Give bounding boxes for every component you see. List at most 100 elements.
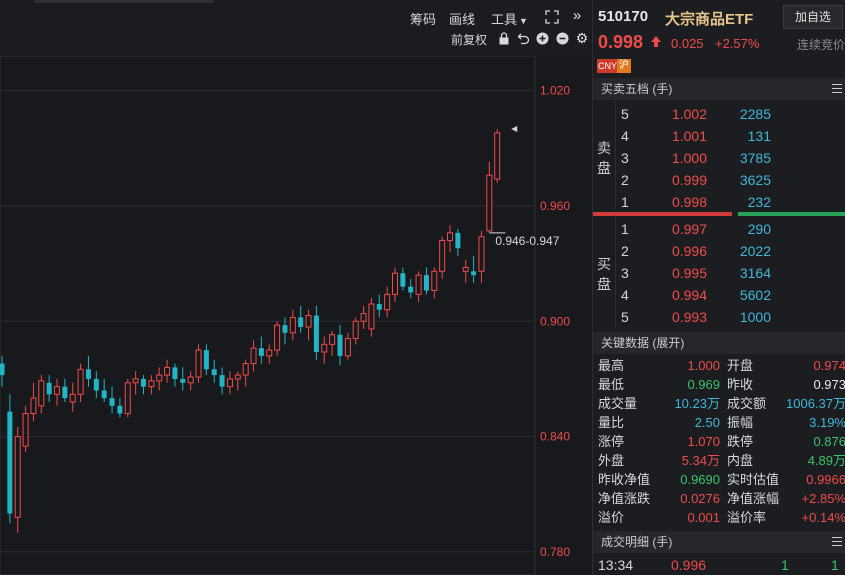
chips-button[interactable]: 筹码 xyxy=(410,9,436,28)
candle xyxy=(7,394,13,524)
candle-body xyxy=(392,272,398,295)
candle-body xyxy=(69,393,76,403)
candle-body xyxy=(376,303,382,310)
candle xyxy=(329,330,336,356)
candle xyxy=(400,267,406,291)
bid-row[interactable]: 5 0.993 1000 xyxy=(593,306,845,328)
ask-row[interactable]: 5 1.002 2285 xyxy=(593,103,845,125)
bid-price: 0.993 xyxy=(671,309,707,325)
candle-body xyxy=(187,376,194,384)
candle-body xyxy=(132,378,139,384)
ask-qty: 3785 xyxy=(739,150,771,166)
keydata-label: 昨收 xyxy=(727,377,754,392)
trades-header[interactable]: 成交明细 (手) xyxy=(593,531,845,553)
lock-icon[interactable] xyxy=(497,32,511,46)
candle-body xyxy=(101,390,107,399)
bid-qty: 3164 xyxy=(739,265,771,281)
candle-body xyxy=(180,378,186,383)
candle xyxy=(462,259,469,283)
keydata-label: 净值涨幅 xyxy=(727,491,780,506)
bid-price: 0.994 xyxy=(671,287,707,303)
bid-row[interactable]: 3 0.995 3164 xyxy=(593,262,845,284)
keydata-label: 昨收净值 xyxy=(598,472,651,487)
bid-row[interactable]: 4 0.994 5602 xyxy=(593,284,845,306)
candle-body xyxy=(140,378,146,387)
undo-icon[interactable] xyxy=(516,32,530,46)
keydata-value: 5.34万 xyxy=(681,453,720,468)
bid-row[interactable]: 2 0.996 2022 xyxy=(593,240,845,262)
ask-row[interactable]: 1 0.998 232 xyxy=(593,191,845,213)
keydata-value: 1.070 xyxy=(687,434,720,449)
keydata-label: 实时估值 xyxy=(727,472,780,487)
keydata-header[interactable]: 关键数据 (展开) xyxy=(593,332,845,354)
candle-body xyxy=(164,366,171,376)
menu-icon[interactable] xyxy=(832,84,842,94)
candle-body xyxy=(439,240,446,272)
candle-body xyxy=(274,324,281,351)
ask-row[interactable]: 2 0.999 3625 xyxy=(593,169,845,191)
price-pointer-icon xyxy=(511,126,518,133)
keydata-row: 昨收净值 0.9690 实时估值 0.9966 xyxy=(593,470,845,489)
keydata-row: 净值涨跌 0.0276 净值涨幅 +2.85% xyxy=(593,489,845,508)
zoom-out-icon[interactable] xyxy=(555,32,569,46)
candle xyxy=(439,236,446,279)
candle xyxy=(85,355,91,387)
tools-menu-button[interactable]: 工具 ▼ xyxy=(491,9,528,28)
candle xyxy=(392,267,398,303)
up-arrow-icon xyxy=(650,35,662,53)
candle-body xyxy=(211,369,217,376)
plot-frame xyxy=(0,56,536,575)
bid-level: 3 xyxy=(621,265,629,281)
keydata-row: 外盘 5.34万 内盘 4.89万 xyxy=(593,451,845,470)
drawline-button[interactable]: 画线 xyxy=(449,9,475,28)
candle xyxy=(0,355,5,387)
candle xyxy=(124,378,131,418)
bid-level: 4 xyxy=(621,287,629,303)
ask-row[interactable]: 4 1.001 131 xyxy=(593,125,845,147)
candle xyxy=(211,359,217,383)
candle xyxy=(219,367,225,395)
orderbook-header[interactable]: 买卖五档 (手) xyxy=(593,78,845,100)
candle xyxy=(54,378,61,406)
candle-body xyxy=(494,132,501,180)
adjust-mode-button[interactable]: 前复权 xyxy=(451,31,487,48)
keydata-value: 0.9966 xyxy=(806,472,845,487)
candle-body xyxy=(117,405,123,414)
keydata-label: 最低 xyxy=(598,377,625,392)
keydata-label: 振幅 xyxy=(727,415,754,430)
candle-body xyxy=(289,316,296,334)
keydata-value: 0.001 xyxy=(687,510,720,525)
candle xyxy=(250,340,257,372)
ask-qty: 131 xyxy=(747,128,771,144)
candle-body xyxy=(156,374,163,382)
candle-body xyxy=(226,378,233,388)
gear-icon[interactable]: ⚙ xyxy=(575,31,589,45)
candle-body xyxy=(298,317,304,328)
candle xyxy=(187,371,194,391)
keydata-label: 最高 xyxy=(598,358,625,373)
add-watchlist-button[interactable]: 加自选 xyxy=(783,5,843,29)
menu-icon[interactable] xyxy=(832,537,842,547)
security-name: 大宗商品ETF xyxy=(665,11,754,28)
candle-body xyxy=(384,293,391,311)
candle-body xyxy=(124,382,131,415)
candle xyxy=(471,255,477,283)
candle xyxy=(148,375,155,395)
candle xyxy=(478,230,485,283)
candle-body xyxy=(93,378,99,391)
candle xyxy=(384,286,391,318)
bid-level: 1 xyxy=(621,221,629,237)
candlestick-chart[interactable]: 1.020 0.960 0.900 0.840 0.780 0.946-0.947 xyxy=(0,56,592,575)
bid-row[interactable]: 1 0.997 290 xyxy=(593,218,845,240)
keydata-value: 0.876 xyxy=(813,434,845,449)
candle xyxy=(117,398,123,418)
ask-row[interactable]: 3 1.000 3785 xyxy=(593,147,845,169)
ask-qty: 2285 xyxy=(739,106,771,122)
collapse-icon[interactable]: » xyxy=(570,8,584,23)
candle-body xyxy=(203,350,209,370)
fullscreen-icon[interactable] xyxy=(545,10,559,24)
candle-body xyxy=(250,347,257,365)
zoom-in-icon[interactable] xyxy=(535,32,549,46)
candle xyxy=(486,161,493,233)
candle-body xyxy=(258,348,264,356)
